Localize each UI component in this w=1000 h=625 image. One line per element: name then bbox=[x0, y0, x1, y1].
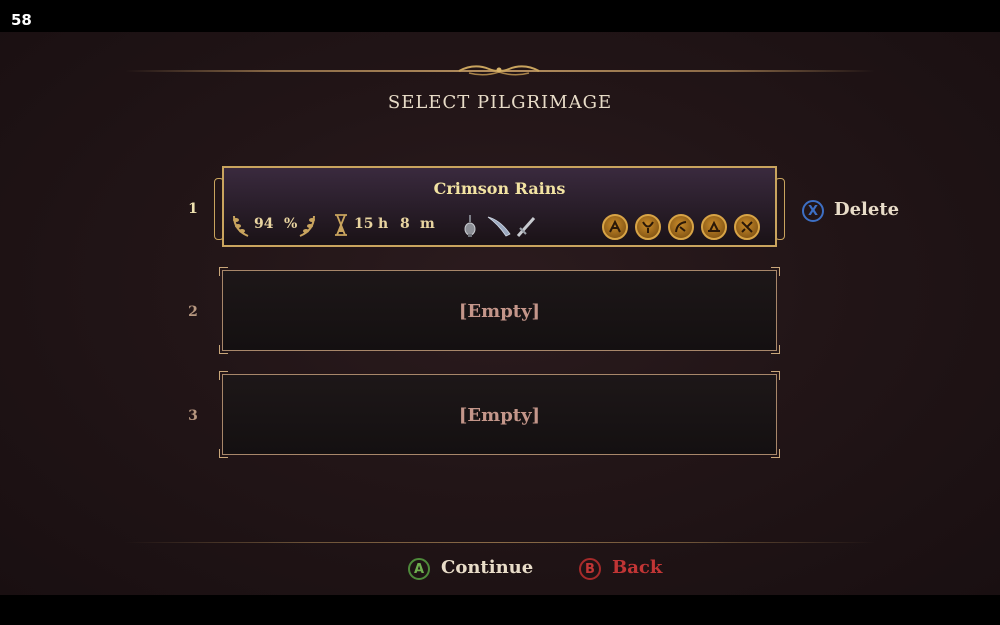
ornament-icon bbox=[458, 65, 540, 76]
relic-icon-1 bbox=[602, 214, 628, 240]
delete-button[interactable]: Delete bbox=[834, 199, 899, 220]
time-hours-unit: h bbox=[378, 216, 389, 232]
slot-number-3: 3 bbox=[188, 408, 198, 424]
x-button-icon[interactable]: X bbox=[802, 200, 824, 222]
slot-number-1: 1 bbox=[188, 201, 198, 217]
save-stats: 94 % 15 h 8 m bbox=[230, 212, 770, 240]
bottom-divider bbox=[125, 542, 875, 543]
relic-icon-3 bbox=[668, 214, 694, 240]
fps-counter: 58 bbox=[11, 11, 32, 29]
completion-value: 94 bbox=[254, 216, 274, 232]
save-name: Crimson Rains bbox=[433, 179, 566, 198]
blade-icon bbox=[487, 216, 511, 237]
laurel-right-icon bbox=[299, 215, 315, 237]
time-minutes: 8 bbox=[400, 216, 410, 232]
page-title: SELECT PILGRIMAGE bbox=[387, 92, 613, 113]
censer-icon bbox=[464, 215, 476, 237]
time-minutes-unit: m bbox=[420, 216, 435, 232]
save-slot-3[interactable]: [Empty] bbox=[219, 371, 780, 458]
continue-button[interactable]: Continue bbox=[441, 557, 533, 578]
laurel-left-icon bbox=[233, 215, 249, 237]
a-button-icon[interactable]: A bbox=[408, 558, 430, 580]
empty-slot-label: [Empty] bbox=[458, 405, 541, 426]
relic-icon-5 bbox=[734, 214, 760, 240]
relic-icon-4 bbox=[701, 214, 727, 240]
top-letterbox: 58 bbox=[0, 0, 1000, 32]
pilgrimage-screen: SELECT PILGRIMAGE 1 Crimson Rains 94 % 1… bbox=[0, 32, 1000, 595]
back-button[interactable]: Back bbox=[612, 557, 662, 578]
time-hours: 15 bbox=[354, 216, 374, 232]
relic-icon-2 bbox=[635, 214, 661, 240]
hourglass-icon bbox=[335, 214, 347, 236]
bottom-letterbox bbox=[0, 595, 1000, 625]
b-button-icon[interactable]: B bbox=[579, 558, 601, 580]
empty-slot-label: [Empty] bbox=[458, 301, 541, 322]
save-slot-2[interactable]: [Empty] bbox=[219, 267, 780, 354]
sword-icon bbox=[516, 217, 536, 237]
slot-number-2: 2 bbox=[188, 304, 198, 320]
save-slot-1[interactable]: Crimson Rains 94 % 15 h 8 m bbox=[214, 166, 785, 247]
